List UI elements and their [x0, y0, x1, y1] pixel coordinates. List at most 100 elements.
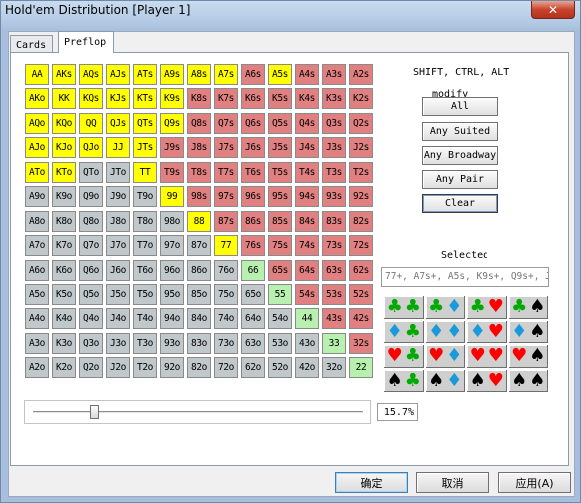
ok-button[interactable]: 确定	[335, 472, 408, 493]
hand-cell-AKo[interactable]: AKo	[24, 87, 50, 111]
hand-cell-99[interactable]: 99	[159, 185, 185, 209]
hand-cell-92o[interactable]: 92o	[159, 356, 185, 380]
hand-cell-AJo[interactable]: AJo	[24, 136, 50, 160]
hand-cell-85s[interactable]: 85s	[267, 209, 293, 233]
hand-cell-42s[interactable]: 42s	[348, 307, 374, 331]
hand-cell-K9s[interactable]: K9s	[159, 87, 185, 111]
hand-cell-K9o[interactable]: K9o	[51, 185, 77, 209]
hand-cell-32s[interactable]: 32s	[348, 331, 374, 355]
hand-cell-A4o[interactable]: A4o	[24, 307, 50, 331]
hand-cell-82s[interactable]: 82s	[348, 209, 374, 233]
hand-cell-J3o[interactable]: J3o	[105, 331, 131, 355]
hand-cell-KTs[interactable]: KTs	[132, 87, 158, 111]
any-broadway-button[interactable]: Any Broadway	[422, 146, 498, 165]
hand-cell-Q8o[interactable]: Q8o	[78, 209, 104, 233]
hand-cell-85o[interactable]: 85o	[186, 282, 212, 306]
hand-cell-65o[interactable]: 65o	[240, 282, 266, 306]
hand-cell-J4s[interactable]: J4s	[294, 136, 320, 160]
hand-cell-AQs[interactable]: AQs	[78, 63, 104, 86]
hand-cell-T6s[interactable]: T6s	[240, 160, 266, 184]
hand-cell-73o[interactable]: 73o	[213, 331, 239, 355]
hand-cell-QTo[interactable]: QTo	[78, 160, 104, 184]
hand-cell-J8o[interactable]: J8o	[105, 209, 131, 233]
hand-cell-AQo[interactable]: AQo	[24, 111, 50, 135]
hand-cell-93s[interactable]: 93s	[321, 185, 347, 209]
hand-cell-KJs[interactable]: KJs	[105, 87, 131, 111]
hand-cell-JTo[interactable]: JTo	[105, 160, 131, 184]
hand-cell-K2o[interactable]: K2o	[51, 356, 77, 380]
hand-cell-K3s[interactable]: K3s	[321, 87, 347, 111]
hand-cell-A4s[interactable]: A4s	[294, 63, 320, 86]
hand-cell-96o[interactable]: 96o	[159, 258, 185, 282]
hand-cell-66[interactable]: 66	[240, 258, 266, 282]
hand-cell-86o[interactable]: 86o	[186, 258, 212, 282]
suit-combo-spade-heart[interactable]: ♠ ♥	[466, 368, 508, 393]
hand-cell-83s[interactable]: 83s	[321, 209, 347, 233]
suit-combo-spade-spade[interactable]: ♠ ♠	[507, 368, 549, 393]
hand-cell-K6o[interactable]: K6o	[51, 258, 77, 282]
hand-cell-Q8s[interactable]: Q8s	[186, 111, 212, 135]
hand-cell-97o[interactable]: 97o	[159, 234, 185, 258]
hand-cell-62s[interactable]: 62s	[348, 258, 374, 282]
suit-combo-diamond-diamond[interactable]: ♦ ♦	[424, 319, 466, 344]
hand-cell-T8s[interactable]: T8s	[186, 160, 212, 184]
hand-cell-Q4s[interactable]: Q4s	[294, 111, 320, 135]
hand-cell-A2s[interactable]: A2s	[348, 63, 374, 86]
hand-cell-JTs[interactable]: JTs	[132, 136, 158, 160]
hand-cell-52s[interactable]: 52s	[348, 282, 374, 306]
hand-cell-54s[interactable]: 54s	[294, 282, 320, 306]
apply-button[interactable]: 应用(A)	[498, 472, 571, 493]
hand-cell-63s[interactable]: 63s	[321, 258, 347, 282]
hand-cell-K8o[interactable]: K8o	[51, 209, 77, 233]
hand-cell-J9s[interactable]: J9s	[159, 136, 185, 160]
hand-cell-73s[interactable]: 73s	[321, 234, 347, 258]
hand-cell-76s[interactable]: 76s	[240, 234, 266, 258]
hand-cell-K5s[interactable]: K5s	[267, 87, 293, 111]
hand-cell-KQo[interactable]: KQo	[51, 111, 77, 135]
hand-cell-K4o[interactable]: K4o	[51, 307, 77, 331]
suit-combo-diamond-club[interactable]: ♦ ♣	[383, 319, 425, 344]
hand-cell-J3s[interactable]: J3s	[321, 136, 347, 160]
hand-cell-T2s[interactable]: T2s	[348, 160, 374, 184]
hand-cell-A6s[interactable]: A6s	[240, 63, 266, 86]
hand-cell-A8s[interactable]: A8s	[186, 63, 212, 86]
hand-cell-Q9o[interactable]: Q9o	[78, 185, 104, 209]
hand-cell-94o[interactable]: 94o	[159, 307, 185, 331]
hand-cell-Q3o[interactable]: Q3o	[78, 331, 104, 355]
hand-cell-95s[interactable]: 95s	[267, 185, 293, 209]
hand-cell-J7s[interactable]: J7s	[213, 136, 239, 160]
hand-cell-Q5s[interactable]: Q5s	[267, 111, 293, 135]
slider-thumb[interactable]	[89, 405, 99, 419]
hand-cell-84o[interactable]: 84o	[186, 307, 212, 331]
hand-cell-83o[interactable]: 83o	[186, 331, 212, 355]
hand-cell-T8o[interactable]: T8o	[132, 209, 158, 233]
hand-cell-98o[interactable]: 98o	[159, 209, 185, 233]
hand-cell-J2s[interactable]: J2s	[348, 136, 374, 160]
hand-cell-64o[interactable]: 64o	[240, 307, 266, 331]
hand-cell-K6s[interactable]: K6s	[240, 87, 266, 111]
hand-cell-J9o[interactable]: J9o	[105, 185, 131, 209]
hand-cell-A7s[interactable]: A7s	[213, 63, 239, 86]
hand-cell-A8o[interactable]: A8o	[24, 209, 50, 233]
suit-combo-spade-diamond[interactable]: ♠ ♦	[424, 368, 466, 393]
hand-cell-Q2s[interactable]: Q2s	[348, 111, 374, 135]
hand-cell-T6o[interactable]: T6o	[132, 258, 158, 282]
hand-cell-43s[interactable]: 43s	[321, 307, 347, 331]
hand-cell-72s[interactable]: 72s	[348, 234, 374, 258]
hand-cell-TT[interactable]: TT	[132, 160, 158, 184]
hand-cell-22[interactable]: 22	[348, 356, 374, 380]
clear-button[interactable]: Clear	[422, 194, 498, 213]
hand-cell-93o[interactable]: 93o	[159, 331, 185, 355]
hand-cell-A7o[interactable]: A7o	[24, 234, 50, 258]
hand-cell-33[interactable]: 33	[321, 331, 347, 355]
hand-cell-T9s[interactable]: T9s	[159, 160, 185, 184]
hand-cell-QTs[interactable]: QTs	[132, 111, 158, 135]
hand-cell-QJs[interactable]: QJs	[105, 111, 131, 135]
hand-cell-K5o[interactable]: K5o	[51, 282, 77, 306]
hand-cell-AKs[interactable]: AKs	[51, 63, 77, 86]
hand-cell-52o[interactable]: 52o	[267, 356, 293, 380]
hand-cell-63o[interactable]: 63o	[240, 331, 266, 355]
hand-cell-98s[interactable]: 98s	[186, 185, 212, 209]
hand-cell-82o[interactable]: 82o	[186, 356, 212, 380]
hand-cell-75o[interactable]: 75o	[213, 282, 239, 306]
